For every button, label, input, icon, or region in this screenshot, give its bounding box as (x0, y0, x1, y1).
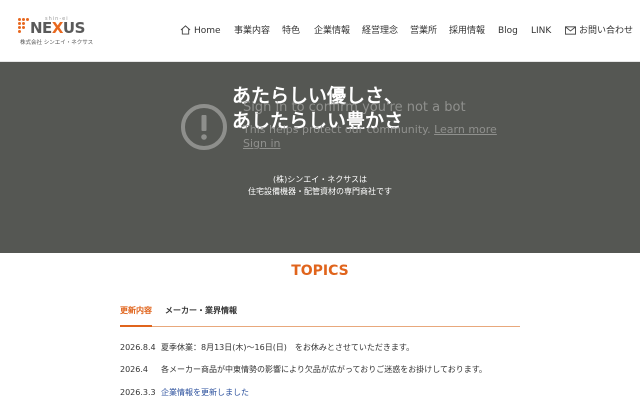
news-text: 各メーカー商品が中東情勢の影響により欠品が広がっておりご迷惑をお掛けしております… (161, 365, 487, 374)
topics-title: TOPICS (291, 263, 349, 279)
site-header: shin-ei NEXUS 株式会社 シンエイ・ネクサス Home 事業内容 特… (0, 0, 640, 62)
hero-subtitle: (株)シンエイ・ネクサスは 住宅設備機器・配管資材の専門商社です (248, 175, 392, 196)
nav-company[interactable]: 企業情報 (314, 24, 350, 38)
tab-industry-news[interactable]: メーカー・業界情報 (165, 305, 237, 326)
nav-features[interactable]: 特色 (282, 24, 300, 38)
news-date: 2026.4 (120, 365, 148, 374)
site-logo[interactable]: shin-ei NEXUS 株式会社 シンエイ・ネクサス (18, 16, 93, 46)
nav-philosophy[interactable]: 経営理念 (362, 24, 398, 38)
mail-icon (565, 26, 576, 35)
tab-updates[interactable]: 更新内容 (120, 305, 152, 327)
nav-home[interactable]: Home (180, 24, 221, 38)
logo-wordmark: NEXUS (30, 19, 85, 37)
sign-in-link[interactable]: Sign in (243, 137, 281, 150)
logo-company-name: 株式会社 シンエイ・ネクサス (20, 40, 94, 46)
news-date: 2026.3.3 (120, 388, 156, 397)
nav-link[interactable]: LINK (531, 24, 551, 38)
bot-check-heading: Sign in to confirm you're not a bot (243, 100, 466, 115)
nav-offices[interactable]: 営業所 (410, 24, 437, 38)
alert-circle-icon (181, 104, 227, 150)
nav-blog[interactable]: Blog (498, 24, 518, 38)
nav-contact[interactable]: お問い合わせ (565, 24, 633, 38)
bot-check-body: This helps protect our community. Learn … (243, 123, 497, 136)
topics-tabs: 更新内容 メーカー・業界情報 (120, 305, 520, 327)
news-text: 夏季休業：8月13日(木)～16日(日) をお休みとさせていただきます。 (161, 343, 415, 352)
news-link[interactable]: 企業情報を更新しました (161, 387, 249, 399)
learn-more-link[interactable]: Learn more (434, 123, 497, 136)
news-date: 2026.8.4 (120, 343, 156, 352)
nav-business[interactable]: 事業内容 (234, 24, 270, 38)
logo-dots-icon (18, 18, 30, 36)
hero-section: あたらしい優しさ、 あしたらしい豊かさ Sign in to confirm y… (0, 62, 640, 253)
nav-recruit[interactable]: 採用情報 (449, 24, 485, 38)
home-icon (180, 25, 191, 35)
